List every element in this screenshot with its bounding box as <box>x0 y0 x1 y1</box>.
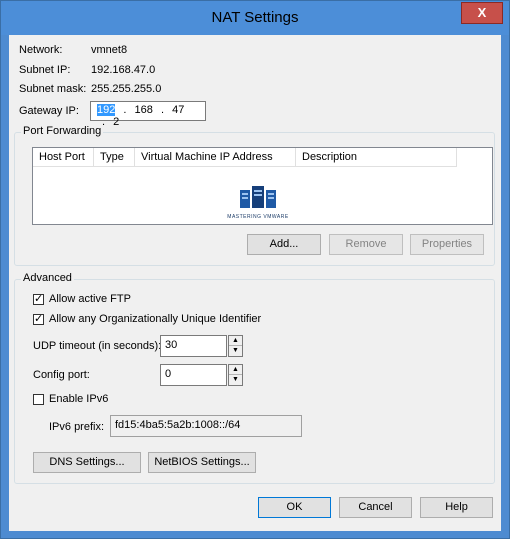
allow-oui-label[interactable]: Allow any Organizationally Unique Identi… <box>49 313 261 325</box>
gateway-ip-input[interactable]: 192 . 168 . 47 . 2 <box>90 101 206 128</box>
gateway-dot: . <box>160 104 165 116</box>
gateway-octet-4[interactable]: 2 <box>113 116 119 128</box>
spin-up-icon[interactable]: ▲ <box>229 365 242 375</box>
config-port-label: Config port: <box>33 369 90 381</box>
advanced-group: Advanced ✓ Allow active FTP ✓ Allow any … <box>14 272 495 484</box>
port-forwarding-group: Port Forwarding Host Port Type Virtual M… <box>14 125 495 266</box>
watermark-text: MASTERING VMWARE <box>227 214 289 220</box>
checkmark-icon: ✓ <box>34 313 44 325</box>
column-type[interactable]: Type <box>93 148 135 167</box>
config-port-spinner[interactable]: ▲ ▼ <box>228 364 243 386</box>
udp-timeout-input[interactable]: 30 <box>160 335 227 357</box>
gateway-octet-2[interactable]: 168 <box>135 104 153 116</box>
dialog-body: Network: vmnet8 Subnet IP: 192.168.47.0 … <box>9 35 501 531</box>
title-bar[interactable]: NAT Settings X <box>1 1 509 35</box>
gateway-octet-1[interactable]: 192 <box>97 104 116 116</box>
subnet-mask-label: Subnet mask: <box>19 83 87 95</box>
ipv6-prefix-input[interactable]: fd15:4ba5:5a2b:1008::/64 <box>110 415 302 437</box>
table-header-row: Host Port Type Virtual Machine IP Addres… <box>33 148 457 167</box>
close-icon: X <box>477 5 487 20</box>
allow-oui-checkbox[interactable]: ✓ <box>33 314 44 325</box>
column-host-port[interactable]: Host Port <box>33 148 94 167</box>
enable-ipv6-checkbox[interactable] <box>33 394 44 405</box>
close-button[interactable]: X <box>461 2 503 24</box>
column-description[interactable]: Description <box>295 148 457 167</box>
network-label: Network: <box>19 44 63 56</box>
gateway-octet-3[interactable]: 47 <box>172 104 184 116</box>
gateway-label: Gateway IP: <box>19 105 79 117</box>
port-forwarding-table: Host Port Type Virtual Machine IP Addres… <box>33 148 457 167</box>
subnet-ip-label: Subnet IP: <box>19 64 71 76</box>
spin-down-icon[interactable]: ▼ <box>229 375 242 385</box>
server-rack-icon <box>240 186 276 208</box>
spin-up-icon[interactable]: ▲ <box>229 336 242 346</box>
watermark-logo: MASTERING VMWARE <box>213 186 303 220</box>
allow-ftp-label[interactable]: Allow active FTP <box>49 293 131 305</box>
subnet-mask-value: 255.255.255.0 <box>91 83 162 95</box>
gateway-dot: . <box>123 104 127 116</box>
spin-down-icon[interactable]: ▼ <box>229 346 242 356</box>
allow-ftp-checkbox[interactable]: ✓ <box>33 294 44 305</box>
column-vm-ip[interactable]: Virtual Machine IP Address <box>134 148 296 167</box>
nat-settings-window: NAT Settings X Network: vmnet8 Subnet IP… <box>0 0 510 539</box>
add-button[interactable]: Add... <box>247 234 321 255</box>
netbios-settings-button[interactable]: NetBIOS Settings... <box>148 452 256 473</box>
checkmark-icon: ✓ <box>34 293 44 305</box>
ok-button[interactable]: OK <box>258 497 331 518</box>
network-value: vmnet8 <box>91 44 128 56</box>
properties-button[interactable]: Properties <box>410 234 484 255</box>
window-title: NAT Settings <box>211 9 299 26</box>
enable-ipv6-label[interactable]: Enable IPv6 <box>49 393 108 405</box>
udp-timeout-label: UDP timeout (in seconds): <box>33 340 162 352</box>
ipv6-prefix-label: IPv6 prefix: <box>49 421 105 433</box>
port-forwarding-title: Port Forwarding <box>21 125 104 137</box>
help-button[interactable]: Help <box>420 497 493 518</box>
config-port-input[interactable]: 0 <box>160 364 227 386</box>
remove-button[interactable]: Remove <box>329 234 403 255</box>
port-forwarding-list[interactable]: Host Port Type Virtual Machine IP Addres… <box>32 147 493 225</box>
advanced-title: Advanced <box>21 272 74 284</box>
dns-settings-button[interactable]: DNS Settings... <box>33 452 141 473</box>
cancel-button[interactable]: Cancel <box>339 497 412 518</box>
udp-timeout-spinner[interactable]: ▲ ▼ <box>228 335 243 357</box>
subnet-ip-value: 192.168.47.0 <box>91 64 156 76</box>
